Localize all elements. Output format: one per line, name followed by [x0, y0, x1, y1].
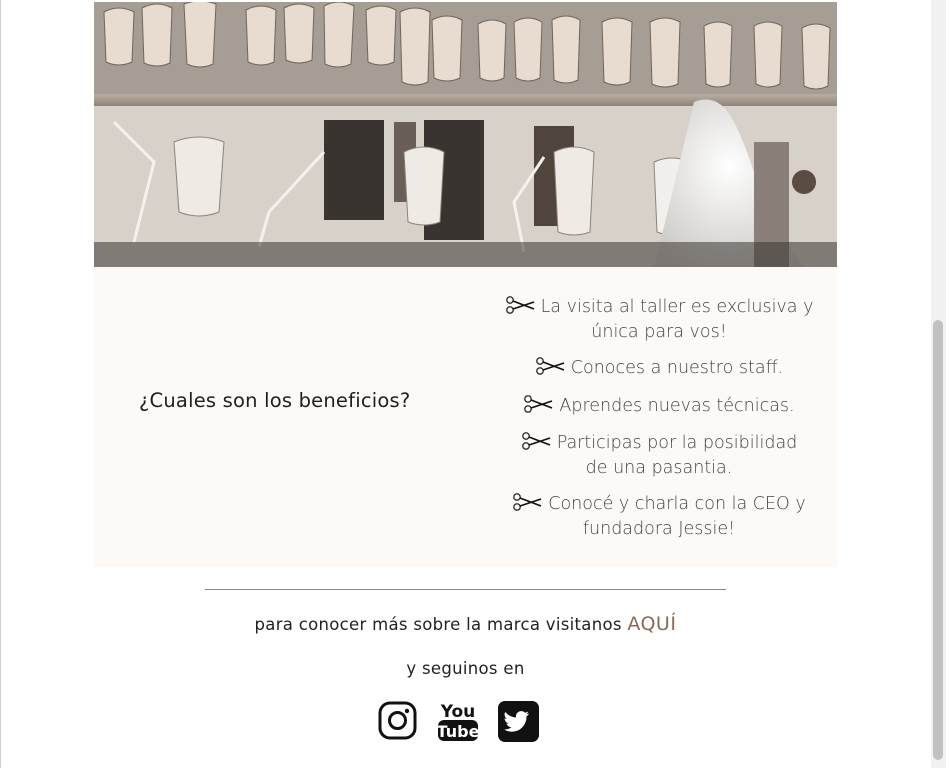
benefits-panel: ¿Cuales son los beneficios? La visita al… [94, 267, 837, 567]
benefit-item: La visita al taller es exclusiva y única… [494, 296, 824, 344]
atelier-workshop-photo [94, 2, 837, 267]
benefit-item: Participas por la posibilidad de una pas… [494, 432, 824, 480]
window-left-edge [0, 0, 1, 768]
footer-divider [205, 589, 726, 590]
scissors-icon [535, 357, 565, 382]
svg-text:Tube: Tube [437, 722, 480, 741]
social-links: You Tube [378, 701, 543, 743]
benefit-item: Conocé y charla con la CEO y fundadora J… [494, 493, 824, 541]
scrollbar-thumb[interactable] [933, 320, 943, 760]
more-about-brand: para conocer más sobre la marca visitano… [254, 613, 677, 635]
scissors-icon [521, 432, 551, 457]
scissors-icon [512, 493, 542, 518]
scissors-icon [505, 296, 535, 321]
youtube-icon[interactable]: You Tube [436, 701, 480, 743]
aqui-link[interactable]: AQUÍ [627, 613, 676, 635]
follow-us-text: y seguinos en [406, 659, 525, 678]
benefit-item: Conoces a nuestro staff. [494, 357, 824, 382]
benefit-item: Aprendes nuevas técnicas. [494, 395, 824, 420]
scissors-icon [523, 395, 553, 420]
benefits-title: ¿Cuales son los beneficios? [139, 389, 411, 412]
instagram-icon[interactable] [378, 701, 420, 743]
svg-text:You: You [440, 702, 476, 722]
twitter-icon[interactable] [498, 701, 540, 743]
